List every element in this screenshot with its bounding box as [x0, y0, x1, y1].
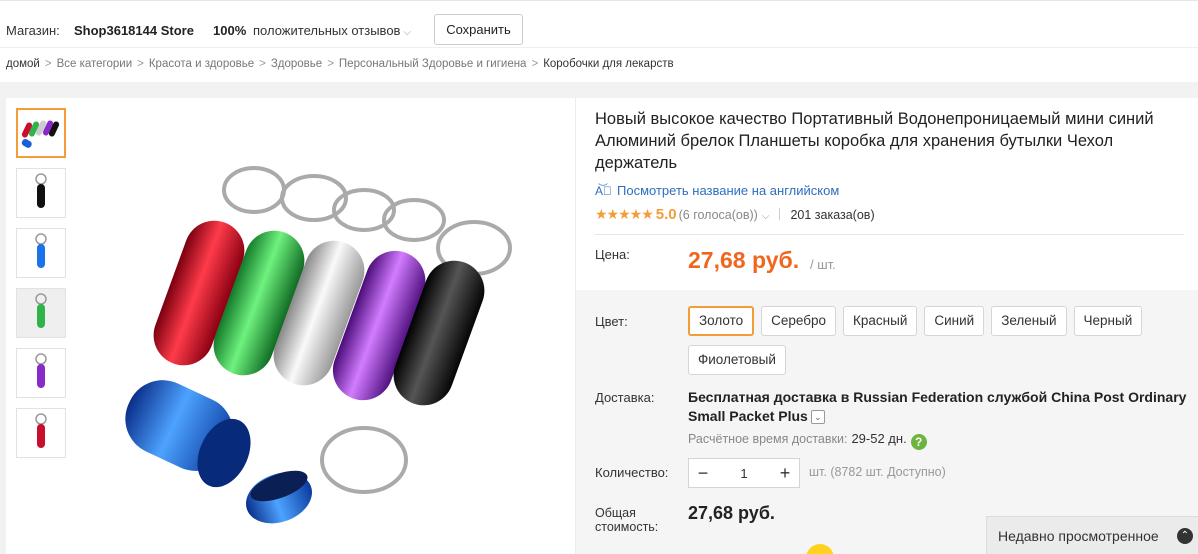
breadcrumb-separator: > — [259, 58, 266, 70]
breadcrumb-separator: > — [327, 58, 334, 70]
breadcrumb-separator: > — [44, 58, 52, 70]
quantity-stepper: − + — [688, 458, 800, 488]
title-separator — [595, 234, 1184, 235]
keychain-set-icon — [21, 120, 60, 148]
black-keychain-icon — [35, 173, 47, 208]
product-title: Новый высокое качество Портативный Водон… — [595, 110, 1154, 172]
rating-stars-icon: ★★★★★ — [595, 206, 654, 222]
quantity-decrease-button[interactable]: − — [689, 459, 717, 487]
breadcrumb: домой > Все категории > Красота и здоровье > З… — [6, 58, 674, 70]
section-band — [0, 82, 1198, 98]
color-option-black[interactable]: Черный — [1073, 306, 1143, 336]
green-keychain-icon — [35, 293, 47, 328]
main-product-image[interactable] — [74, 98, 574, 554]
orders-count: 201 заказа(ов) — [790, 208, 875, 222]
left-gutter — [0, 82, 6, 554]
store-name-link[interactable]: Shop3618144 Store — [74, 23, 194, 38]
quantity-increase-button[interactable]: + — [771, 459, 799, 487]
help-icon[interactable]: ? — [910, 434, 927, 450]
color-label: Цвет: — [595, 314, 628, 329]
quantity-input[interactable] — [717, 462, 771, 484]
breadcrumb-item[interactable]: Красота и здоровье — [149, 58, 254, 70]
translate-link-text: Посмотреть название на английском — [617, 183, 840, 198]
thumbnail-black[interactable] — [16, 168, 66, 218]
price-unit: / шт. — [810, 257, 836, 272]
recently-viewed-bar[interactable]: Недавно просмотренное ⌃ — [986, 516, 1198, 554]
thumbnail-multi[interactable] — [16, 108, 66, 158]
breadcrumb-item[interactable]: Персональный Здоровье и гигиена — [339, 58, 527, 70]
breadcrumb-item[interactable]: Здоровье — [271, 58, 322, 70]
delivery-dropdown-chevron-icon[interactable]: ⌄ — [810, 410, 825, 424]
recently-viewed-label: Недавно просмотренное — [998, 528, 1159, 544]
product-price: 27,68 руб. — [688, 247, 800, 273]
color-option-green[interactable]: Зеленый — [991, 306, 1067, 336]
breadcrumb-home[interactable]: домой — [6, 58, 40, 70]
delivery-eta: Расчётное время доставки: 29-52 дн.? — [688, 431, 927, 450]
thumbnail-blue[interactable] — [16, 228, 66, 278]
thumbnail-list — [16, 108, 66, 468]
chevron-up-icon: ⌃ — [1177, 528, 1193, 544]
blue-keychain-icon — [35, 233, 47, 268]
rating-score: 5.0 — [655, 206, 677, 223]
thumbnail-purple[interactable] — [16, 348, 66, 398]
store-label: Магазин: — [6, 23, 60, 38]
translate-link[interactable]: A͝⃝ Посмотреть название на английском — [595, 183, 839, 198]
translate-icon: A͝⃝ — [595, 184, 613, 198]
red-keychain-icon — [35, 413, 47, 448]
availability-text: шт. (8782 шт. Доступно) — [809, 465, 946, 479]
breadcrumb-separator: > — [137, 58, 144, 70]
price-label: Цена: — [595, 247, 630, 262]
color-option-red[interactable]: Красный — [843, 306, 918, 336]
delivery-method: Бесплатная доставка в Russian Federation… — [688, 388, 1193, 426]
pill-keychains-image — [125, 166, 512, 524]
purple-keychain-icon — [35, 353, 47, 388]
positive-feedback-percent: 100% — [213, 23, 247, 38]
breadcrumb-item[interactable]: Все категории — [57, 58, 133, 70]
rating-votes-link[interactable]: (6 голоса(ов)) — [679, 208, 758, 222]
color-option-gold[interactable]: Золото — [688, 306, 755, 336]
thumbnail-green[interactable] — [16, 288, 66, 338]
color-options: Золото Серебро Красный Синий Зеленый Черный Фи… — [688, 306, 1193, 384]
feedback-dropdown[interactable]: положительных отзывов ⌵ — [253, 23, 411, 38]
save-store-button[interactable]: Сохранить — [434, 14, 523, 45]
breadcrumb-current: Коробочки для лекарств — [543, 58, 674, 70]
eta-days: 29-52 дн. — [851, 431, 907, 446]
color-option-blue[interactable]: Синий — [924, 306, 985, 336]
rating-row: ★★★★★ 5.0 (6 голоса(ов)) ⌵ 201 заказа(ов) — [595, 206, 875, 223]
quantity-label: Количество: — [595, 465, 669, 480]
rating-divider — [779, 208, 781, 220]
breadcrumb-separator: > — [531, 58, 539, 70]
thumbnail-red[interactable] — [16, 408, 66, 458]
total-label: Общая стоимость: — [595, 506, 659, 534]
color-option-purple[interactable]: Фиолетовый — [688, 345, 786, 375]
total-price: 27,68 руб. — [688, 503, 775, 523]
delivery-label: Доставка: — [595, 390, 655, 405]
store-bar: Магазин: Shop3618144 Store 100% положите… — [0, 0, 1198, 48]
delivery-text: Бесплатная доставка в Russian Federation… — [688, 389, 1187, 424]
chevron-down-icon[interactable]: ⌵ — [762, 211, 770, 222]
color-option-silver[interactable]: Серебро — [761, 306, 837, 336]
eta-label: Расчётное время доставки: — [688, 432, 848, 446]
chevron-down-icon: ⌵ — [403, 27, 412, 38]
feedback-label: положительных отзывов — [253, 23, 401, 38]
